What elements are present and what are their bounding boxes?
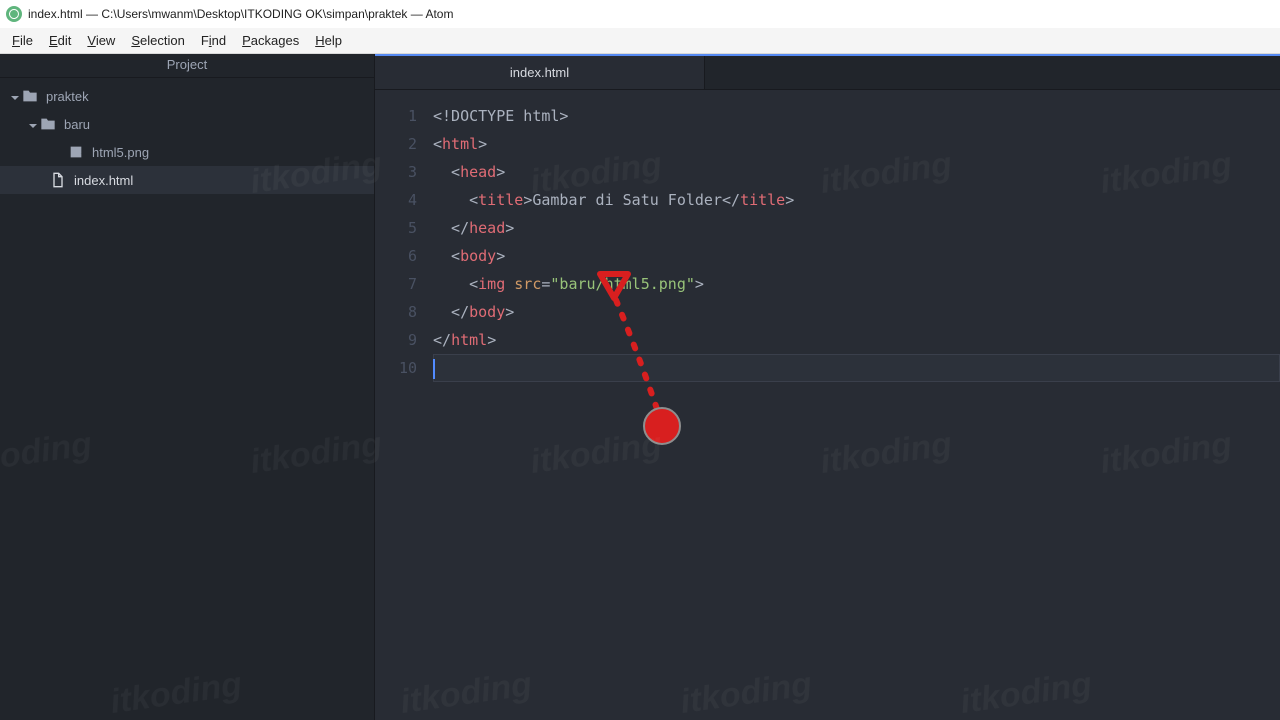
code-line: </body> [433,298,1280,326]
image-file-icon [68,144,84,160]
tree-label: html5.png [92,145,149,160]
code-area[interactable]: 1 2 3 4 5 6 7 8 9 10 <!DOCTYPE html> <ht… [375,90,1280,720]
code-line: <title>Gambar di Satu Folder</title> [433,186,1280,214]
folder-icon [22,88,38,104]
tree-label: praktek [46,89,89,104]
tab-bar: index.html [375,54,1280,90]
code-line-active [433,354,1280,382]
code-text[interactable]: <!DOCTYPE html> <html> <head> <title>Gam… [429,90,1280,720]
code-line: </head> [433,214,1280,242]
menu-view[interactable]: View [79,30,123,51]
code-line: <body> [433,242,1280,270]
code-line: <img src="baru/html5.png"> [433,270,1280,298]
menu-bar: File Edit View Selection Find Packages H… [0,28,1280,54]
menu-file[interactable]: File [4,30,41,51]
menu-edit[interactable]: Edit [41,30,79,51]
sidebar-title: Project [0,54,374,78]
code-line: <html> [433,130,1280,158]
tree-file-indexhtml[interactable]: index.html [0,166,374,194]
menu-find[interactable]: Find [193,30,234,51]
folder-icon [40,116,56,132]
window-title: index.html — C:\Users\mwanm\Desktop\ITKO… [28,7,453,21]
editor-body: Project praktek baru html5.png index.htm… [0,54,1280,720]
menu-packages[interactable]: Packages [234,30,307,51]
menu-help[interactable]: Help [307,30,350,51]
code-line: </html> [433,326,1280,354]
file-tree: praktek baru html5.png index.html [0,78,374,194]
code-line: <head> [433,158,1280,186]
atom-logo-icon [6,6,22,22]
code-file-icon [50,172,66,188]
tree-label: baru [64,117,90,132]
tree-root-praktek[interactable]: praktek [0,82,374,110]
text-cursor [433,359,435,379]
code-line: <!DOCTYPE html> [433,102,1280,130]
tab-indexhtml[interactable]: index.html [375,56,705,89]
line-gutter: 1 2 3 4 5 6 7 8 9 10 [375,90,429,720]
tree-label: index.html [74,173,133,188]
chevron-down-icon [10,91,20,101]
menu-selection[interactable]: Selection [123,30,192,51]
tab-label: index.html [510,65,569,80]
project-sidebar: Project praktek baru html5.png index.htm… [0,54,375,720]
chevron-down-icon [28,119,38,129]
tree-file-html5png[interactable]: html5.png [0,138,374,166]
window-titlebar: index.html — C:\Users\mwanm\Desktop\ITKO… [0,0,1280,28]
editor-pane: index.html 1 2 3 4 5 6 7 8 9 10 <!DOCTYP… [375,54,1280,720]
tree-folder-baru[interactable]: baru [0,110,374,138]
